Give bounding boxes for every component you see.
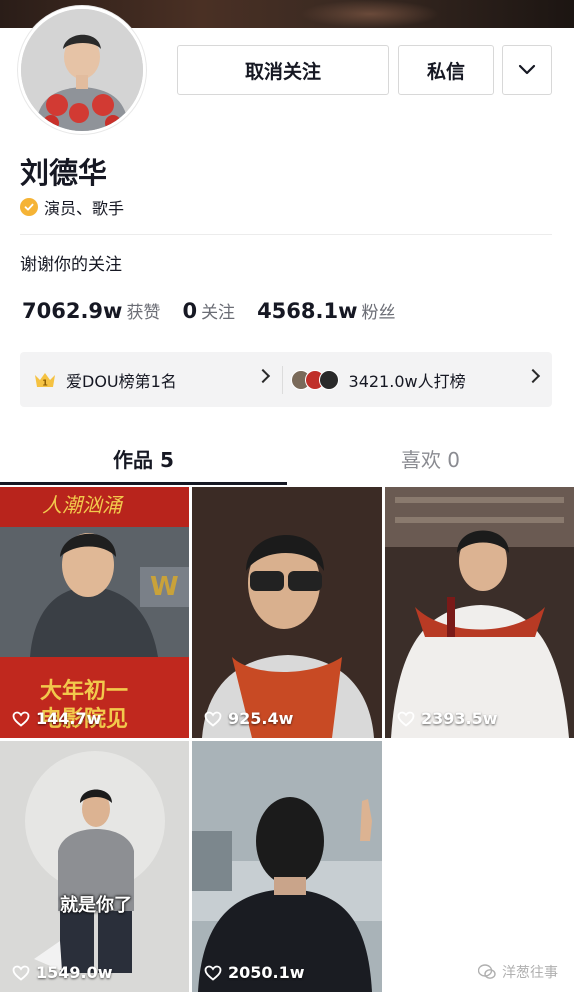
verified-badge-icon	[20, 198, 38, 216]
video-likes: 2050.1w	[204, 963, 305, 982]
heart-icon	[397, 711, 415, 727]
supporters-entry[interactable]: 3421.0w人打榜	[283, 352, 552, 407]
chevron-down-icon	[518, 64, 536, 75]
likes-label: 获赞	[126, 303, 161, 323]
verification-text: 演员、歌手	[44, 199, 125, 218]
video-tile[interactable]: 2050.1w	[192, 741, 382, 992]
supporter-avatars	[290, 369, 339, 390]
video-tile[interactable]: 2393.5w	[385, 487, 574, 738]
svg-text:W: W	[150, 572, 179, 602]
video-likes-count: 2393.5w	[421, 709, 498, 728]
video-tile[interactable]: 就是你了 1549.0w	[0, 741, 189, 992]
video-likes-count: 144.7w	[36, 709, 102, 728]
active-tab-indicator	[0, 482, 287, 485]
profile-stats: 7062.9w 获赞 0 关注 4568.1w 粉丝	[22, 298, 418, 323]
tab-likes[interactable]: 喜欢 0	[287, 432, 574, 484]
video-likes-count: 925.4w	[228, 709, 294, 728]
video-likes: 925.4w	[204, 709, 293, 728]
watermark: 洋葱往事	[478, 962, 558, 982]
avatar[interactable]	[18, 6, 146, 134]
chevron-right-icon	[525, 368, 541, 384]
video-tile[interactable]: 925.4w	[192, 487, 382, 738]
supporters-text: 3421.0w人打榜	[348, 371, 466, 391]
tab-works[interactable]: 作品 5	[0, 432, 287, 484]
likes-count: 7062.9w	[22, 299, 123, 323]
message-button[interactable]: 私信	[398, 45, 494, 95]
followers-count[interactable]: 4568.1w	[257, 299, 357, 323]
profile-bio: 谢谢你的关注	[20, 255, 122, 275]
divider	[20, 234, 552, 235]
dou-rank-entry[interactable]: 1 爱DOU榜第1名	[20, 352, 282, 407]
followers-label[interactable]: 粉丝	[362, 298, 396, 323]
heart-icon	[12, 711, 30, 727]
video-likes-count: 2050.1w	[228, 963, 305, 982]
rank-bar: 1 爱DOU榜第1名 3421.0w人打榜	[20, 352, 552, 407]
heart-icon	[204, 965, 222, 981]
svg-text:1: 1	[42, 378, 48, 387]
following-label[interactable]: 关注	[201, 298, 235, 323]
heart-icon	[204, 711, 222, 727]
video-tile[interactable]: W 人潮汹涌 大年初一 电影院见 144.7w	[0, 487, 189, 738]
crown-icon: 1	[35, 372, 55, 387]
dou-rank-text: 爱DOU榜第1名	[66, 371, 177, 391]
video-likes: 144.7w	[12, 709, 101, 728]
following-count[interactable]: 0	[182, 299, 197, 323]
more-options-button[interactable]	[502, 45, 552, 95]
chevron-right-icon	[255, 368, 270, 384]
content-tabs: 作品 5 喜欢 0	[0, 432, 574, 484]
verification-info: 演员、歌手	[20, 195, 124, 219]
wechat-icon	[478, 964, 496, 979]
video-caption-line-1: 就是你了	[60, 895, 132, 916]
svg-text:人潮汹涌: 人潮汹涌	[42, 493, 124, 517]
unfollow-button[interactable]: 取消关注	[177, 45, 389, 95]
heart-icon	[12, 965, 30, 981]
profile-name: 刘德华	[20, 156, 108, 190]
video-likes-count: 1549.0w	[36, 963, 113, 982]
video-likes: 1549.0w	[12, 963, 113, 982]
video-likes: 2393.5w	[397, 709, 498, 728]
watermark-text: 洋葱往事	[502, 965, 558, 981]
